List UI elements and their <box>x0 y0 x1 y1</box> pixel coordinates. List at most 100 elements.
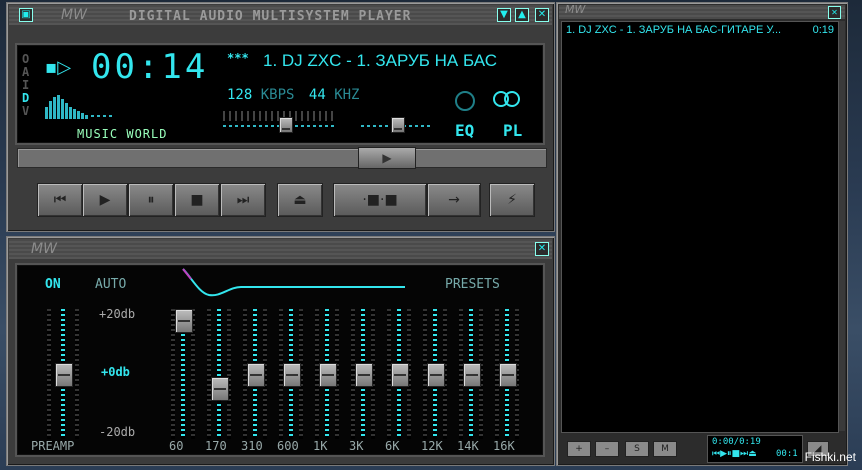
eq-band-slider-3k[interactable] <box>347 309 379 439</box>
playlist-item[interactable]: 1. DJ ZXC - 1. ЗАРУБ НА БАС-ГИТАРЕ У... … <box>562 22 838 38</box>
playlist-remove-button[interactable]: – <box>595 441 619 457</box>
repeat-button[interactable]: → <box>427 183 481 217</box>
volume-slider[interactable] <box>223 111 335 135</box>
eq-zero-label: +0db <box>101 365 130 379</box>
eq-band-knob[interactable] <box>175 309 193 333</box>
bitrate-unit: KBPS <box>260 87 295 103</box>
eq-band-label: 310 <box>241 439 263 453</box>
pause-button[interactable]: ⏸ <box>128 183 174 217</box>
mode-v[interactable]: V <box>22 105 36 118</box>
playlist-mini-time: 00:1 <box>776 449 798 459</box>
eq-band-label: 600 <box>277 439 299 453</box>
eq-minus-label: -20db <box>99 425 136 439</box>
eq-band-slider-12k[interactable] <box>419 309 451 439</box>
eq-band-knob[interactable] <box>355 363 373 387</box>
watermark: Fishki.net <box>804 450 856 464</box>
eq-band-knob[interactable] <box>211 376 229 401</box>
eq-panel: ON AUTO PRESETS +20db +0db -20db PREAMP … <box>15 263 545 457</box>
eq-band-knob[interactable] <box>319 363 337 387</box>
eq-band-knob[interactable] <box>247 363 265 387</box>
seek-handle[interactable]: ▶ <box>358 147 416 169</box>
playlist-scrollbar[interactable] <box>839 21 845 431</box>
playlist-sort-button[interactable]: S <box>625 441 649 457</box>
balance-knob[interactable] <box>391 117 405 133</box>
pause-icon: ⏸ <box>147 192 155 208</box>
playlist-item-title: 1. DJ ZXC - 1. ЗАРУБ НА БАС-ГИТАРЕ У... <box>566 24 782 36</box>
eq-band-slider-1k[interactable] <box>311 309 343 439</box>
eq-band-knob[interactable] <box>283 363 301 387</box>
samplerate-unit: KHZ <box>334 87 360 103</box>
eq-band-slider-14k[interactable] <box>455 309 487 439</box>
eq-presets-button[interactable]: PRESETS <box>445 277 500 292</box>
next-button[interactable]: ⏭ <box>220 183 266 217</box>
menu-icon[interactable]: ▣ <box>19 8 33 22</box>
lightning-icon: ⚡ <box>507 192 517 208</box>
prev-button[interactable]: ⏮ <box>37 183 83 217</box>
playlist-mini-controls[interactable]: ⏮▶⏸■⏭⏏ <box>712 449 757 459</box>
minimize-icon[interactable]: ▲ <box>515 8 529 22</box>
station-name: MUSIC WORLD <box>77 127 168 141</box>
playlist-time-display: 0:00/0:19 <box>712 437 761 447</box>
lightning-button[interactable]: ⚡ <box>489 183 535 217</box>
eq-band-label: 1K <box>313 439 328 453</box>
bitrate-value: 128 <box>227 87 253 103</box>
eq-band-label: 12K <box>421 439 443 453</box>
time-display[interactable]: 00:14 <box>91 47 208 87</box>
repeat-icon: → <box>448 192 460 208</box>
eq-band-knob[interactable] <box>427 363 445 387</box>
playlist-misc-button[interactable]: M <box>653 441 677 457</box>
eq-band-label: 3K <box>349 439 364 453</box>
eq-curve-graph <box>181 267 405 301</box>
eq-band-slider-60[interactable] <box>167 309 199 439</box>
playlist-add-button[interactable]: + <box>567 441 591 457</box>
stereo-icon[interactable] <box>493 91 523 107</box>
seek-bar[interactable]: ▶ <box>17 147 547 169</box>
eq-toggle-button[interactable]: EQ <box>455 121 474 140</box>
track-title[interactable]: 1. DJ ZXC - 1. ЗАРУБ НА БАС <box>263 51 537 71</box>
eq-on-button[interactable]: ON <box>45 277 61 292</box>
balance-slider[interactable] <box>361 111 431 135</box>
samplerate-value: 44 <box>308 87 326 103</box>
spectrum-visualizer[interactable] <box>45 89 145 119</box>
stars-indicator: *** <box>227 51 249 65</box>
playlist-close-icon[interactable]: ✕ <box>828 6 841 19</box>
eq-band-knob[interactable] <box>499 363 517 387</box>
eq-logo: MW <box>31 241 57 257</box>
eq-band-slider-16k[interactable] <box>491 309 523 439</box>
eq-band-knob[interactable] <box>391 363 409 387</box>
bitrate-display: 128 KBPS 44 KHZ <box>227 87 359 103</box>
eject-button[interactable]: ⏏ <box>277 183 323 217</box>
eq-band-slider-6k[interactable] <box>383 309 415 439</box>
shade-icon[interactable]: ▼ <box>497 8 511 22</box>
eq-plus-label: +20db <box>99 307 136 321</box>
preamp-label: PREAMP <box>31 439 75 453</box>
eq-band-label: 6K <box>385 439 400 453</box>
eq-band-knob[interactable] <box>463 363 481 387</box>
eq-band-slider-600[interactable] <box>275 309 307 439</box>
volume-knob[interactable] <box>279 117 293 133</box>
mode-letters: O A I D V <box>22 53 36 118</box>
next-icon: ⏭ <box>236 192 250 208</box>
pl-toggle-button[interactable]: PL <box>503 121 522 140</box>
close-icon[interactable]: ✕ <box>535 8 549 22</box>
spectrum-bars <box>45 95 112 119</box>
preamp-knob[interactable] <box>55 363 73 387</box>
eq-band-slider-310[interactable] <box>239 309 271 439</box>
playlist-mini-display: 0:00/0:19 ⏮▶⏸■⏭⏏ 00:1 <box>707 435 803 463</box>
mono-icon[interactable] <box>455 91 475 111</box>
playlist-list[interactable]: 1. DJ ZXC - 1. ЗАРУБ НА БАС-ГИТАРЕ У... … <box>561 21 839 433</box>
stop-icon: ■ <box>190 192 204 208</box>
eq-band-slider-170[interactable] <box>203 309 235 439</box>
main-titlebar[interactable]: ▣ MW DIGITAL AUDIO MULTISYSTEM PLAYER ▼ … <box>9 5 552 25</box>
eq-titlebar[interactable]: MW ✕ <box>9 239 552 259</box>
shuffle-button[interactable]: ·■·■ <box>333 183 427 217</box>
title-logo: MW <box>61 7 87 23</box>
eq-auto-button[interactable]: AUTO <box>95 277 126 292</box>
preamp-slider[interactable] <box>43 309 83 439</box>
playlist-logo: MW <box>565 3 586 16</box>
stop-button[interactable]: ■ <box>174 183 220 217</box>
play-button[interactable]: ▶ <box>82 183 128 217</box>
eq-close-icon[interactable]: ✕ <box>535 242 549 256</box>
playlist-item-duration: 0:19 <box>812 24 834 36</box>
playlist-titlebar[interactable]: MW ✕ <box>559 3 845 19</box>
